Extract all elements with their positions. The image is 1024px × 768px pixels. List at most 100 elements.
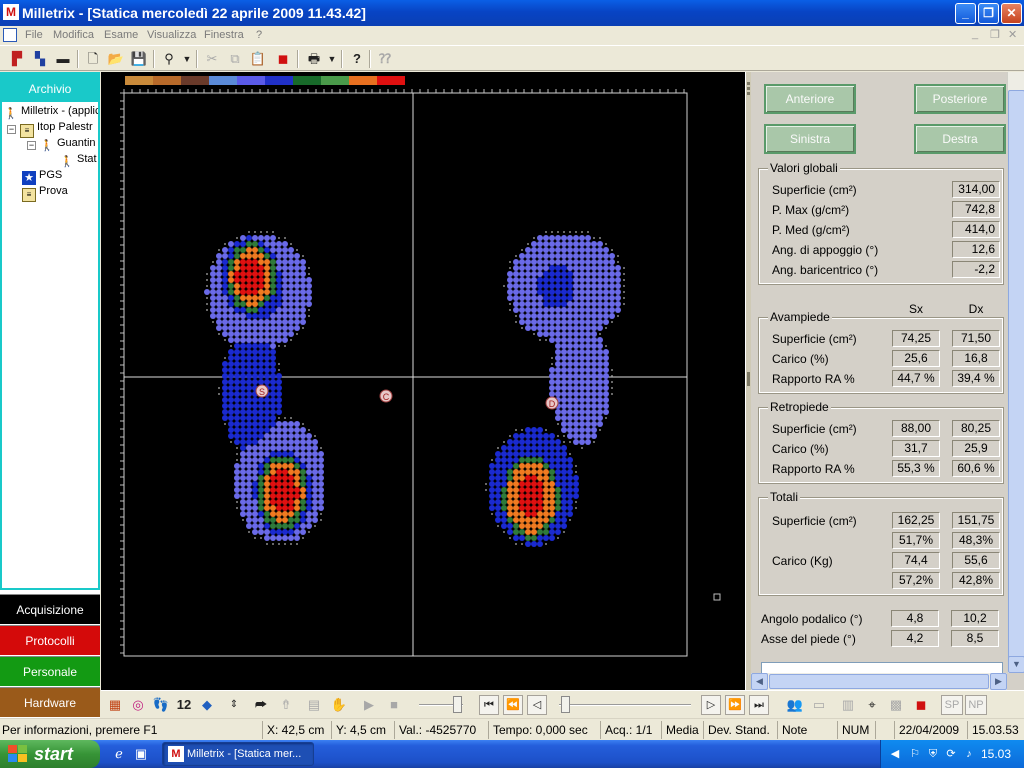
horizontal-scrollbar[interactable]: ◀ ▶ (751, 673, 1007, 690)
angolo-podalico-sx: 4,8 (891, 610, 939, 627)
stop-icon[interactable]: ■ (384, 695, 404, 715)
layout-icon[interactable]: ▛ (8, 50, 26, 68)
color-select-icon[interactable]: ◼ (274, 50, 292, 68)
cube-3d-icon[interactable]: ◆ (197, 695, 217, 715)
mdi-minimize-icon[interactable]: _ (972, 28, 978, 40)
destra-button[interactable]: Destra (914, 124, 1006, 154)
tree-item-pgs[interactable]: ★ PGS (22, 169, 62, 185)
start-button[interactable]: start (0, 740, 100, 768)
print-icon[interactable]: 🖶 (305, 50, 323, 68)
collapse-icon[interactable]: − (7, 125, 16, 134)
film-icon[interactable]: ▭ (809, 695, 829, 715)
collapse-icon[interactable]: − (27, 141, 36, 150)
avampiede-carico-dx: 16,8 (952, 350, 1000, 367)
tree-item-milletrix[interactable]: 🚶 Milletrix - (applic (4, 105, 98, 120)
sinistra-button[interactable]: Sinistra (764, 124, 856, 154)
new-file-icon[interactable]: 🗋 (84, 50, 102, 68)
speed-slider-thumb[interactable] (453, 696, 462, 713)
security-icon[interactable]: ⛨ (925, 746, 941, 762)
step-forward-button[interactable]: ▷ (701, 695, 721, 715)
mdi-close-icon[interactable]: ✕ (1008, 28, 1017, 41)
crosshair-chart-icon[interactable]: ⌖ (862, 695, 882, 715)
footprints-icon[interactable]: 👣 (151, 695, 171, 715)
taskbar-milletrix-button[interactable]: M Milletrix - [Statica mer... (162, 742, 314, 766)
milletrix-logo-icon[interactable]: M (3, 4, 19, 20)
target-icon[interactable]: ◎ (128, 695, 148, 715)
posteriore-button[interactable]: Posteriore (914, 84, 1006, 114)
grid-dots-icon[interactable]: ▦ (105, 695, 125, 715)
internet-explorer-icon[interactable]: ℯ (110, 745, 128, 763)
show-desktop-icon[interactable]: ▣ (132, 745, 150, 763)
last-frame-button[interactable]: ⏭ (749, 695, 769, 715)
save-icon[interactable]: 💾 (130, 50, 148, 68)
print-dropdown-icon[interactable]: ▼ (323, 50, 341, 68)
close-button[interactable]: ✕ (1001, 3, 1022, 24)
up-down-icon[interactable]: ⇕ (224, 695, 244, 715)
open-folder-icon[interactable]: 📂 (107, 50, 125, 68)
volume-icon[interactable]: ♪ (961, 746, 977, 762)
menu-help[interactable]: ? (256, 29, 262, 41)
menu-finestra[interactable]: Finestra (204, 29, 244, 41)
update-icon[interactable]: ⟳ (943, 746, 959, 762)
scroll-down-icon[interactable]: ▼ (1008, 656, 1024, 673)
paste-icon[interactable]: 📋 (249, 50, 267, 68)
frame-slider-track[interactable] (559, 704, 691, 706)
scroll-left-icon[interactable]: ◀ (751, 673, 768, 690)
step-back-button[interactable]: ◁ (527, 695, 547, 715)
nav-protocolli-button[interactable]: Protocolli (0, 625, 100, 655)
minimize-button[interactable]: _ (955, 3, 976, 24)
help-icon[interactable]: ? (348, 50, 366, 68)
vertical-scroll-thumb[interactable] (1008, 90, 1024, 660)
column-sx-header: Sx (908, 302, 923, 316)
black-rect-icon[interactable]: ▬ (54, 50, 72, 68)
copy-icon[interactable]: ⧉ (226, 50, 244, 68)
first-frame-button[interactable]: ⏮ (479, 695, 499, 715)
context-help-icon[interactable]: ⁇ (376, 50, 394, 68)
step-forward-icon[interactable]: ⮫ (251, 695, 271, 715)
status-tempo: Tempo: 0,000 sec (488, 721, 588, 739)
status-note: Note (777, 721, 807, 739)
restore-button[interactable]: ❐ (978, 3, 999, 24)
tools-dropdown-icon[interactable]: ▼ (178, 50, 196, 68)
menu-visualizza[interactable]: Visualizza (147, 29, 196, 41)
menu-modifica[interactable]: Modifica (53, 29, 94, 41)
menu-esame[interactable]: Esame (104, 29, 138, 41)
count-display[interactable]: 12 (174, 695, 194, 715)
anteriore-button[interactable]: Anteriore (764, 84, 856, 114)
status-num: NUM (837, 721, 869, 739)
play-icon[interactable]: ▶ (359, 695, 379, 715)
pressure-map-canvas[interactable]: S C D (101, 72, 747, 690)
nav-personale-button[interactable]: Personale (0, 656, 100, 686)
vertical-scrollbar[interactable]: ▼ (1007, 72, 1024, 673)
np-button[interactable]: NP (965, 695, 987, 715)
document-icon[interactable] (3, 28, 17, 42)
network-icon[interactable]: ⚐ (907, 746, 923, 762)
walk-icon[interactable]: ⇮ (276, 695, 296, 715)
color-select-icon[interactable]: ◼ (911, 695, 931, 715)
split-layout-icon[interactable]: ▚ (31, 50, 49, 68)
tray-expand-icon[interactable]: ◀ (887, 746, 903, 762)
tools-icon[interactable]: ⚲ (160, 50, 178, 68)
cut-icon[interactable]: ✂ (203, 50, 221, 68)
mdi-restore-icon[interactable]: ❐ (990, 28, 1000, 41)
scroll-right-icon[interactable]: ▶ (990, 673, 1007, 690)
sp-button[interactable]: SP (941, 695, 963, 715)
marker-c-label: C (383, 392, 390, 402)
stack-icon[interactable]: ▤ (304, 695, 324, 715)
gray-box-icon[interactable]: ▩ (886, 695, 906, 715)
next-frame-button[interactable]: ⏩ (725, 695, 745, 715)
prev-frame-button[interactable]: ⏪ (503, 695, 523, 715)
nav-acquisizione-button[interactable]: Acquisizione (0, 594, 100, 624)
person-compare-icon[interactable]: 👥 (785, 695, 805, 715)
horizontal-scroll-thumb[interactable] (769, 674, 989, 689)
nav-hardware-button[interactable]: Hardware (0, 687, 100, 717)
status-bar: Per informazioni, premere F1 X: 42,5 cm … (0, 718, 1024, 740)
tree-item-statica[interactable]: 🚶 Stat (60, 153, 96, 168)
tree-item-itop-palestra[interactable]: ≡ Itop Palestr (20, 121, 93, 138)
menu-file[interactable]: File (25, 29, 43, 41)
foot-icon[interactable]: ✋ (329, 695, 349, 715)
tree-item-prova[interactable]: ≡ Prova (22, 185, 68, 202)
bar-chart-icon[interactable]: ▥ (838, 695, 858, 715)
tree-item-guantin[interactable]: 🚶 Guantin (40, 137, 95, 152)
frame-slider-thumb[interactable] (561, 696, 570, 713)
